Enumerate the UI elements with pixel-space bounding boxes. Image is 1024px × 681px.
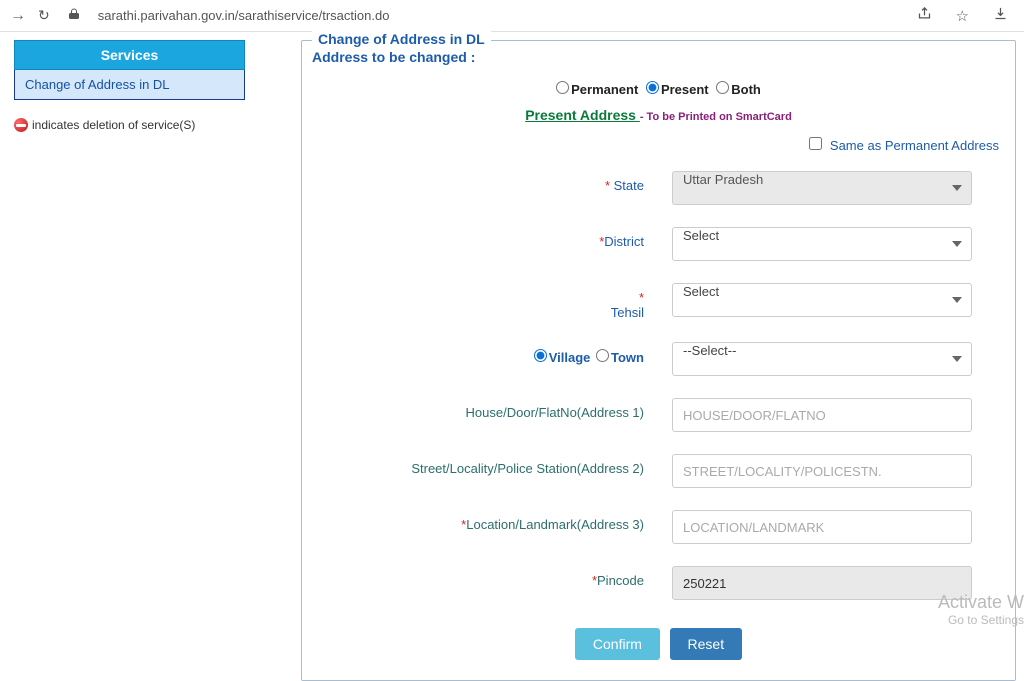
sidebar: Services Change of Address in DL indicat… — [0, 32, 245, 681]
radio-permanent[interactable]: Permanent — [556, 82, 638, 97]
radio-town[interactable]: Town — [596, 350, 644, 365]
url-text[interactable]: sarathi.parivahan.gov.in/sarathiservice/… — [92, 8, 899, 23]
label-tehsil: *Tehsil — [312, 283, 672, 320]
input-pincode[interactable] — [672, 566, 972, 600]
address-type-row: Permanent Present Both — [312, 81, 1005, 97]
back-arrow-icon[interactable]: → — [10, 7, 26, 25]
select-tehsil[interactable]: Select — [672, 283, 972, 317]
main-content: Change of Address in DL Address to be ch… — [245, 32, 1024, 681]
label-addr2: Street/Locality/Police Station(Address 2… — [312, 454, 672, 476]
download-icon[interactable] — [987, 6, 1014, 25]
browser-toolbar: → ↻ sarathi.parivahan.gov.in/sarathiserv… — [0, 0, 1024, 32]
row-district: *District Select — [312, 227, 1005, 261]
label-addr1: House/Door/FlatNo(Address 1) — [312, 398, 672, 420]
reload-icon[interactable]: ↻ — [38, 7, 50, 24]
label-addr3: *Location/Landmark(Address 3) — [312, 510, 672, 532]
sidebar-header: Services — [14, 40, 245, 70]
input-addr2[interactable] — [672, 454, 972, 488]
row-state: * State Uttar Pradesh — [312, 171, 1005, 205]
section-label: Address to be changed : — [312, 49, 1005, 65]
present-address-row: Present Address - To be Printed on Smart… — [312, 107, 1005, 123]
reset-button[interactable]: Reset — [670, 628, 743, 660]
row-pincode: *Pincode — [312, 566, 1005, 600]
share-icon[interactable] — [911, 6, 938, 25]
lock-icon — [68, 8, 80, 23]
label-pincode: *Pincode — [312, 566, 672, 588]
row-addr1: House/Door/FlatNo(Address 1) — [312, 398, 1005, 432]
row-village-town: Village Town --Select-- — [312, 342, 1005, 376]
radio-present[interactable]: Present — [646, 82, 709, 97]
sidebar-item-change-address[interactable]: Change of Address in DL — [14, 70, 245, 100]
label-district: *District — [312, 227, 672, 249]
deletion-note: indicates deletion of service(S) — [14, 118, 245, 132]
select-state[interactable]: Uttar Pradesh — [672, 171, 972, 205]
change-address-fieldset: Change of Address in DL Address to be ch… — [301, 40, 1016, 681]
confirm-button[interactable]: Confirm — [575, 628, 660, 660]
fieldset-legend: Change of Address in DL — [312, 31, 491, 47]
same-as-row: Same as Permanent Address — [312, 137, 999, 153]
deletion-note-text: indicates deletion of service(S) — [32, 118, 195, 132]
row-addr3: *Location/Landmark(Address 3) — [312, 510, 1005, 544]
same-as-label: Same as Permanent Address — [830, 138, 999, 153]
bookmark-star-icon[interactable]: ☆ — [950, 7, 975, 25]
button-row: Confirm Reset — [312, 628, 1005, 660]
row-tehsil: *Tehsil Select — [312, 283, 1005, 320]
row-addr2: Street/Locality/Police Station(Address 2… — [312, 454, 1005, 488]
select-village-town[interactable]: --Select-- — [672, 342, 972, 376]
radio-both[interactable]: Both — [716, 82, 761, 97]
select-district[interactable]: Select — [672, 227, 972, 261]
label-village-town: Village Town — [312, 342, 672, 365]
smartcard-note: - To be Printed on SmartCard — [640, 111, 792, 123]
label-state: * State — [312, 171, 672, 193]
radio-village[interactable]: Village — [534, 350, 591, 365]
input-addr3[interactable] — [672, 510, 972, 544]
same-as-checkbox[interactable] — [809, 137, 822, 150]
present-address-label: Present Address — [525, 107, 640, 123]
deletion-icon — [14, 118, 28, 132]
input-addr1[interactable] — [672, 398, 972, 432]
